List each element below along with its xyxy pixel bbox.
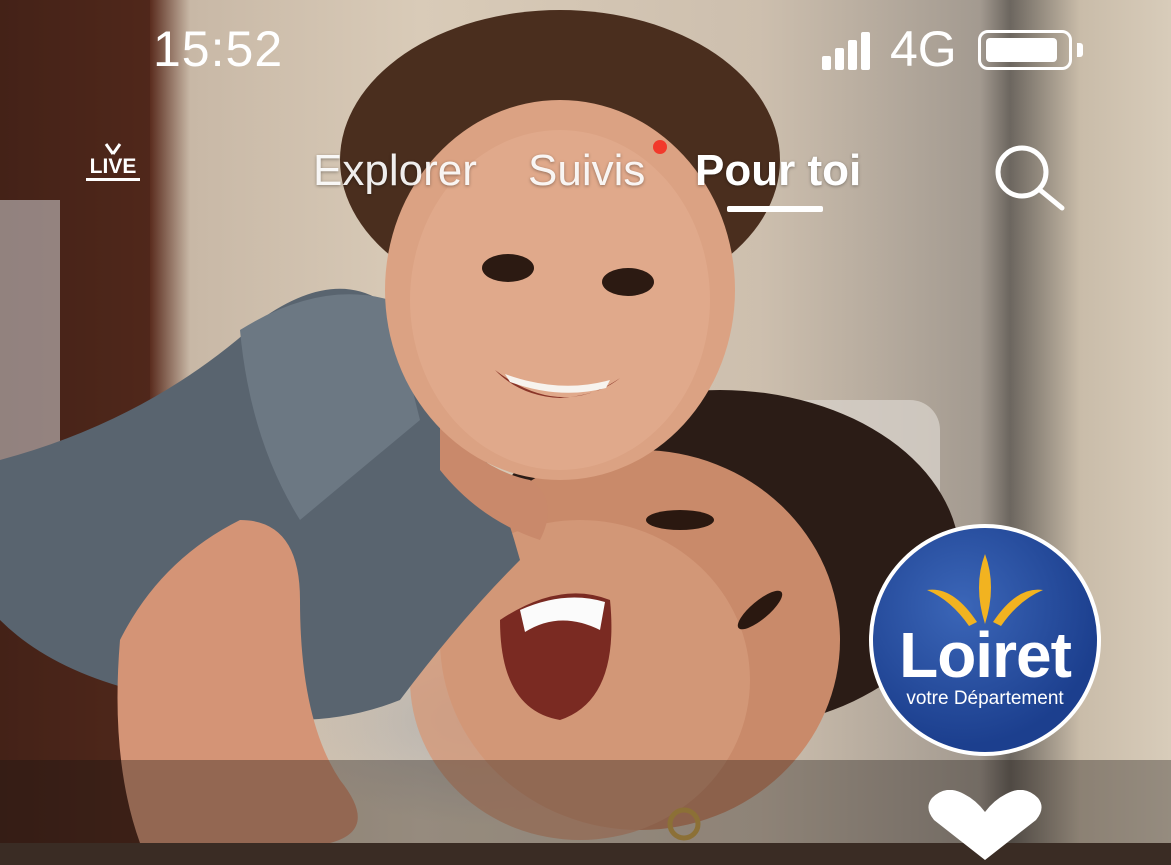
active-tab-indicator	[727, 206, 823, 212]
search-button[interactable]	[992, 142, 1068, 212]
top-navigation: LIVE Explorer Suivis Pour toi	[0, 120, 1171, 220]
battery-tip	[1077, 43, 1083, 57]
badge-subtitle: votre Département	[906, 688, 1064, 709]
badge-title: Loiret	[899, 619, 1072, 691]
tab-suivis[interactable]: Suivis	[528, 146, 645, 196]
status-bar: 15:52 4G	[0, 0, 1171, 100]
heart-icon	[928, 789, 1042, 860]
status-time: 15:52	[153, 21, 284, 77]
loiret-logo-badge[interactable]: Loiret votre Département	[869, 524, 1101, 756]
network-type: 4G	[890, 21, 957, 77]
cellular-signal-icon	[822, 28, 880, 70]
live-label: LIVE	[86, 156, 140, 181]
live-button[interactable]: LIVE	[86, 142, 140, 186]
search-icon	[995, 145, 1065, 211]
battery-icon	[978, 30, 1072, 70]
tab-pour-toi[interactable]: Pour toi	[695, 146, 861, 196]
notification-dot	[653, 140, 667, 154]
like-button[interactable]	[924, 789, 1046, 860]
tab-explorer[interactable]: Explorer	[313, 146, 477, 196]
